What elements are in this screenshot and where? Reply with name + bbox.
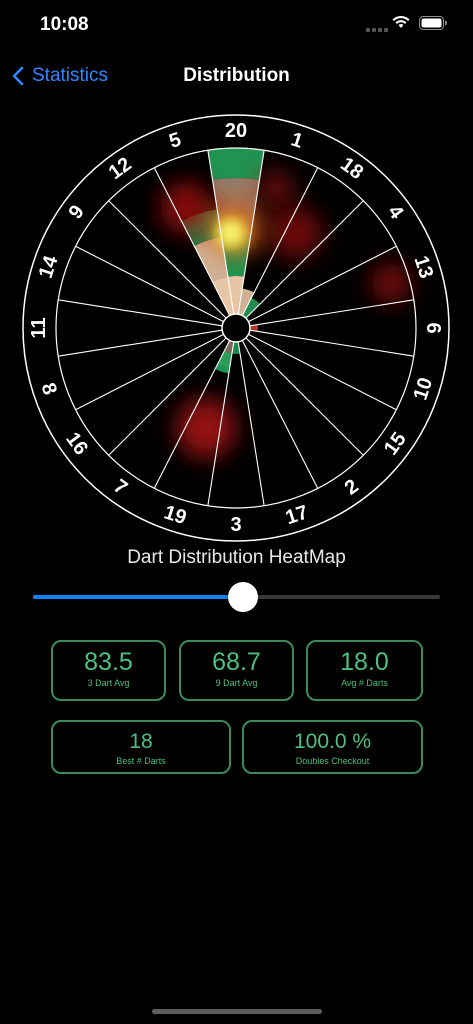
stat-doubles-checkout: 100.0 % Doubles Checkout (242, 720, 423, 774)
cellular-signal-icon (366, 28, 388, 32)
heat-spot (222, 224, 240, 242)
board-number: 7 (109, 475, 131, 499)
board-number: 6 (422, 322, 444, 333)
board-number: 13 (409, 253, 437, 281)
battery-icon (419, 16, 447, 30)
heatmap-caption: Dart Distribution HeatMap (127, 547, 346, 568)
segment-wire (58, 329, 223, 357)
board-number: 1 (288, 128, 305, 152)
board-number: 20 (225, 120, 247, 142)
stat-value: 83.5 (84, 648, 133, 676)
bullseye (221, 313, 251, 343)
heat-spot (371, 263, 411, 303)
board-number: 10 (409, 375, 437, 403)
segment-wire (245, 337, 364, 456)
board-number: 3 (230, 514, 241, 536)
heat-spot (270, 207, 322, 259)
board-number: 18 (336, 153, 367, 184)
status-bar: 10:08 (0, 0, 473, 50)
board-number: 11 (28, 317, 50, 338)
stat-value: 18.0 (340, 648, 389, 676)
board-number: 8 (36, 380, 60, 397)
segment-wire (241, 340, 319, 489)
stat-label: Avg # Darts (341, 678, 388, 688)
home-indicator (152, 1009, 322, 1014)
stat-avg-darts: 18.0 Avg # Darts (306, 640, 423, 701)
segment-wire (58, 299, 223, 327)
dartboard-heatmap: 20 1 18 4 13 6 10 15 2 17 3 19 7 16 8 11 14 9 12 5 (22, 114, 450, 542)
slider-thumb[interactable] (227, 582, 258, 612)
board-number: 19 (161, 501, 189, 529)
slider-fill (33, 595, 243, 599)
board-number: 5 (166, 128, 183, 152)
stat-three-dart-avg: 83.5 3 Dart Avg (51, 640, 166, 701)
stat-value: 68.7 (212, 648, 261, 676)
highlighted-segment (207, 148, 265, 180)
wifi-icon (392, 15, 410, 28)
board-number: 15 (380, 428, 411, 459)
stat-label: 9 Dart Avg (215, 678, 258, 688)
heatmap-slider[interactable] (33, 582, 440, 612)
board-number: 4 (383, 201, 408, 224)
segment-wire (237, 341, 265, 506)
board-number: 14 (35, 252, 63, 281)
stat-value: 18 (129, 730, 153, 753)
status-time: 10:08 (40, 14, 89, 35)
stat-best-darts: 18 Best # Darts (51, 720, 231, 774)
stat-nine-dart-avg: 68.7 9 Dart Avg (179, 640, 294, 701)
segment-wire (249, 299, 414, 327)
stat-value: 100.0 % (293, 730, 372, 753)
board-number: 17 (283, 501, 311, 529)
page-title: Distribution (183, 65, 290, 86)
stat-label: 3 Dart Avg (87, 678, 130, 688)
segment-fills (181, 148, 265, 374)
board-number: 9 (64, 201, 88, 223)
heat-spot (160, 182, 212, 234)
stat-label: Best # Darts (116, 756, 166, 766)
stat-label: Doubles Checkout (295, 756, 370, 766)
segment-wire (249, 329, 414, 357)
navigation-bar: Statistics Distribution (0, 58, 473, 94)
board-number: 2 (341, 475, 363, 499)
heat-spots (160, 170, 411, 458)
heat-spot (258, 170, 294, 206)
segment-wire (248, 333, 397, 411)
board-number: 12 (105, 153, 136, 184)
board-number: 16 (61, 428, 92, 459)
